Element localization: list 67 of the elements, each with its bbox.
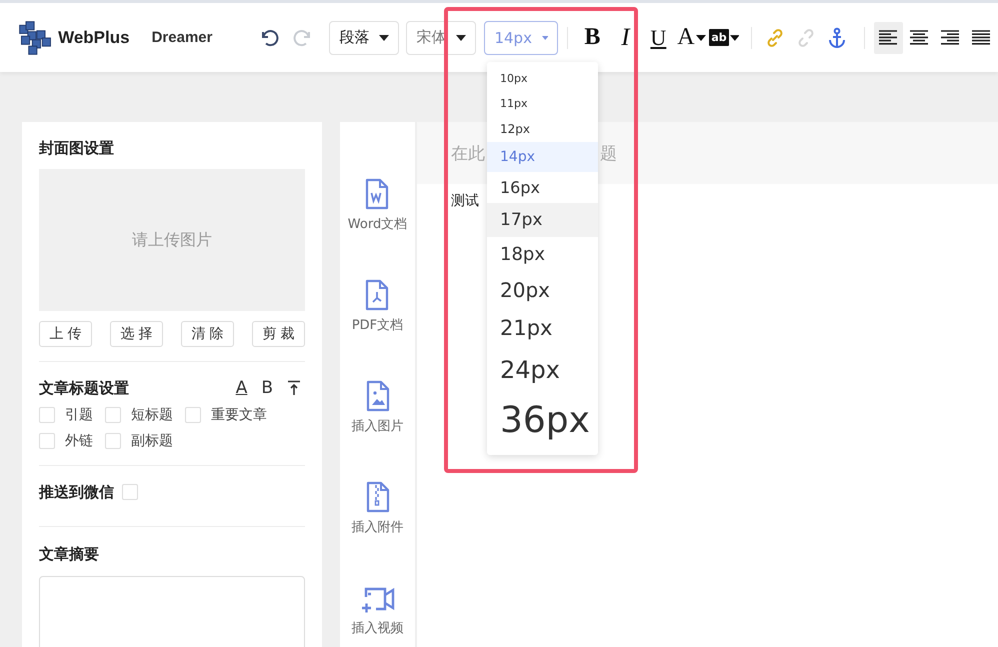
cover-action-button[interactable]: 选择 (110, 321, 163, 347)
bold-button[interactable]: B (577, 20, 608, 54)
product-name: Dreamer (152, 29, 212, 46)
checkbox[interactable] (39, 433, 55, 449)
font-size-option[interactable]: 36px (487, 392, 598, 449)
checkbox-label: 引题 (65, 406, 93, 424)
cover-action-button[interactable]: 清除 (181, 321, 234, 347)
checkbox[interactable] (185, 407, 201, 423)
checkbox-label: 副标题 (131, 432, 173, 450)
checkbox-label: 短标题 (131, 406, 173, 424)
image-file-icon (364, 380, 390, 413)
section-title: 文章标题设置 (39, 378, 129, 398)
checkbox[interactable] (39, 407, 55, 423)
pdf-document-icon (364, 279, 390, 312)
insert-button[interactable]: 插入图片 (352, 362, 404, 435)
section-title: 封面图设置 (39, 138, 115, 158)
caret-icon (730, 34, 740, 40)
caret-icon (379, 34, 390, 40)
upload-placeholder: 请上传图片 (132, 230, 212, 250)
summary-field[interactable] (39, 576, 305, 647)
logo-text: WebPlus (58, 28, 130, 48)
anchor-icon (827, 26, 848, 48)
highlight-color-button[interactable]: ab (709, 20, 740, 54)
font-size-option[interactable]: 21px (487, 309, 598, 347)
align-right-icon (941, 30, 960, 45)
word-document-icon (364, 178, 390, 211)
title-placeholder: 在此 (451, 142, 485, 164)
font-size-option[interactable]: 10px (487, 66, 598, 91)
pin-to-top-icon[interactable] (287, 380, 301, 396)
insert-button[interactable]: Word文档 (348, 160, 408, 233)
section-title: 推送到微信 (39, 482, 114, 502)
font-size-option[interactable]: 17px (487, 203, 598, 237)
caret-icon (696, 34, 706, 40)
font-color-button[interactable]: A (676, 20, 706, 54)
underline-title-toggle[interactable]: A (236, 378, 248, 398)
paragraph-format-dropdown[interactable]: 段落 (329, 20, 400, 54)
font-size-option[interactable]: 11px (487, 91, 598, 116)
font-size-option[interactable]: 20px (487, 271, 598, 309)
broken-link-icon (796, 28, 816, 48)
align-left-button[interactable] (874, 22, 903, 54)
title-placeholder: 题 (600, 142, 617, 164)
checkbox[interactable] (122, 484, 138, 500)
body-text: 测试 (451, 193, 479, 209)
video-camera-icon (360, 585, 396, 615)
cover-action-button[interactable]: 上传 (39, 321, 92, 347)
align-left-icon (879, 30, 898, 45)
link-icon (764, 28, 785, 48)
align-center-icon (910, 30, 928, 45)
font-size-option[interactable]: 18px (487, 237, 598, 271)
cover-action-button[interactable]: 剪裁 (252, 321, 305, 347)
checkbox-label: 外链 (65, 432, 93, 450)
insert-button[interactable]: 插入视频 (352, 564, 404, 637)
zip-file-icon (364, 481, 390, 514)
underline-button[interactable]: U (643, 20, 674, 54)
align-justify-icon (972, 30, 990, 45)
caret-icon (456, 34, 466, 40)
bold-title-toggle[interactable]: B (261, 378, 273, 398)
checkbox[interactable] (105, 433, 121, 449)
insert-button[interactable]: PDF文档 (352, 261, 404, 334)
checkbox[interactable] (105, 407, 121, 423)
section-title: 文章摘要 (39, 544, 100, 564)
insert-button[interactable]: 插入附件 (352, 463, 404, 536)
font-size-option[interactable]: 24px (487, 347, 598, 392)
caret-icon (542, 34, 548, 40)
font-size-option[interactable]: 14px (487, 142, 598, 172)
italic-button[interactable]: I (610, 20, 640, 54)
checkbox-label: 重要文章 (211, 406, 267, 424)
